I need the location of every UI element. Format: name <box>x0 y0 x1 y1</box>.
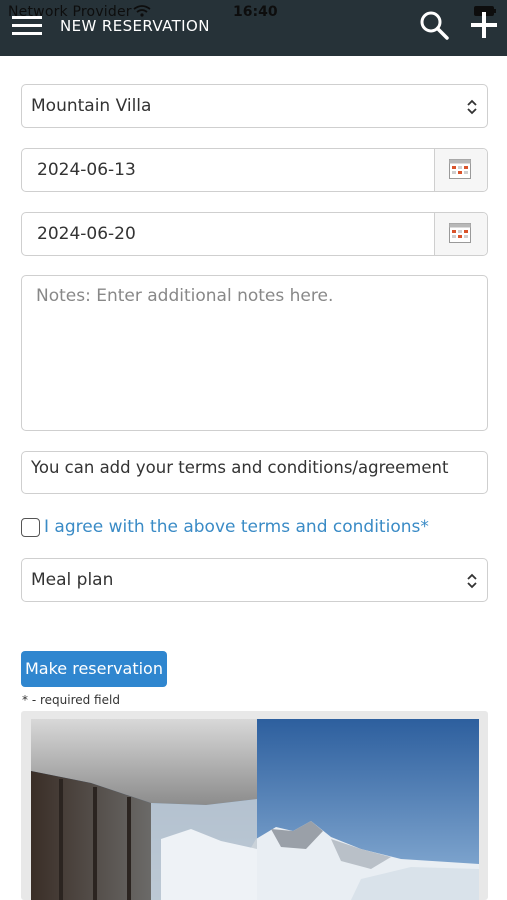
start-date-field[interactable]: 2024-06-13 <box>21 148 488 192</box>
property-select-value: Mountain Villa <box>31 96 152 116</box>
property-photo-frame <box>21 711 488 900</box>
terms-text: You can add your terms and conditions/ag… <box>31 458 449 477</box>
start-date-value: 2024-06-13 <box>37 160 136 180</box>
end-date-calendar-button[interactable] <box>434 213 487 255</box>
select-arrows-icon <box>467 573 477 589</box>
status-time: 16:40 <box>233 4 278 20</box>
end-date-value: 2024-06-20 <box>37 224 136 244</box>
meal-plan-select[interactable]: Meal plan <box>21 558 488 602</box>
start-date-calendar-button[interactable] <box>434 149 487 191</box>
app-header: Network Provider 16:40 NEW RESERVATION <box>0 0 507 56</box>
select-arrows-icon <box>467 99 477 115</box>
make-reservation-button[interactable]: Make reservation <box>21 651 167 687</box>
notes-textarea[interactable] <box>21 275 488 431</box>
wifi-icon <box>133 5 151 17</box>
property-select[interactable]: Mountain Villa <box>21 84 488 128</box>
calendar-icon <box>449 223 471 243</box>
search-icon[interactable] <box>418 9 450 41</box>
add-icon[interactable] <box>469 10 499 40</box>
agree-checkbox[interactable] <box>21 518 40 537</box>
terms-box: You can add your terms and conditions/ag… <box>21 451 488 494</box>
end-date-field[interactable]: 2024-06-20 <box>21 212 488 256</box>
property-photo <box>31 719 479 900</box>
agree-label[interactable]: I agree with the above terms and conditi… <box>44 517 429 537</box>
meal-plan-select-value: Meal plan <box>31 570 114 590</box>
page-title: NEW RESERVATION <box>60 17 210 35</box>
calendar-icon <box>449 159 471 179</box>
required-field-note: * - required field <box>22 693 120 707</box>
